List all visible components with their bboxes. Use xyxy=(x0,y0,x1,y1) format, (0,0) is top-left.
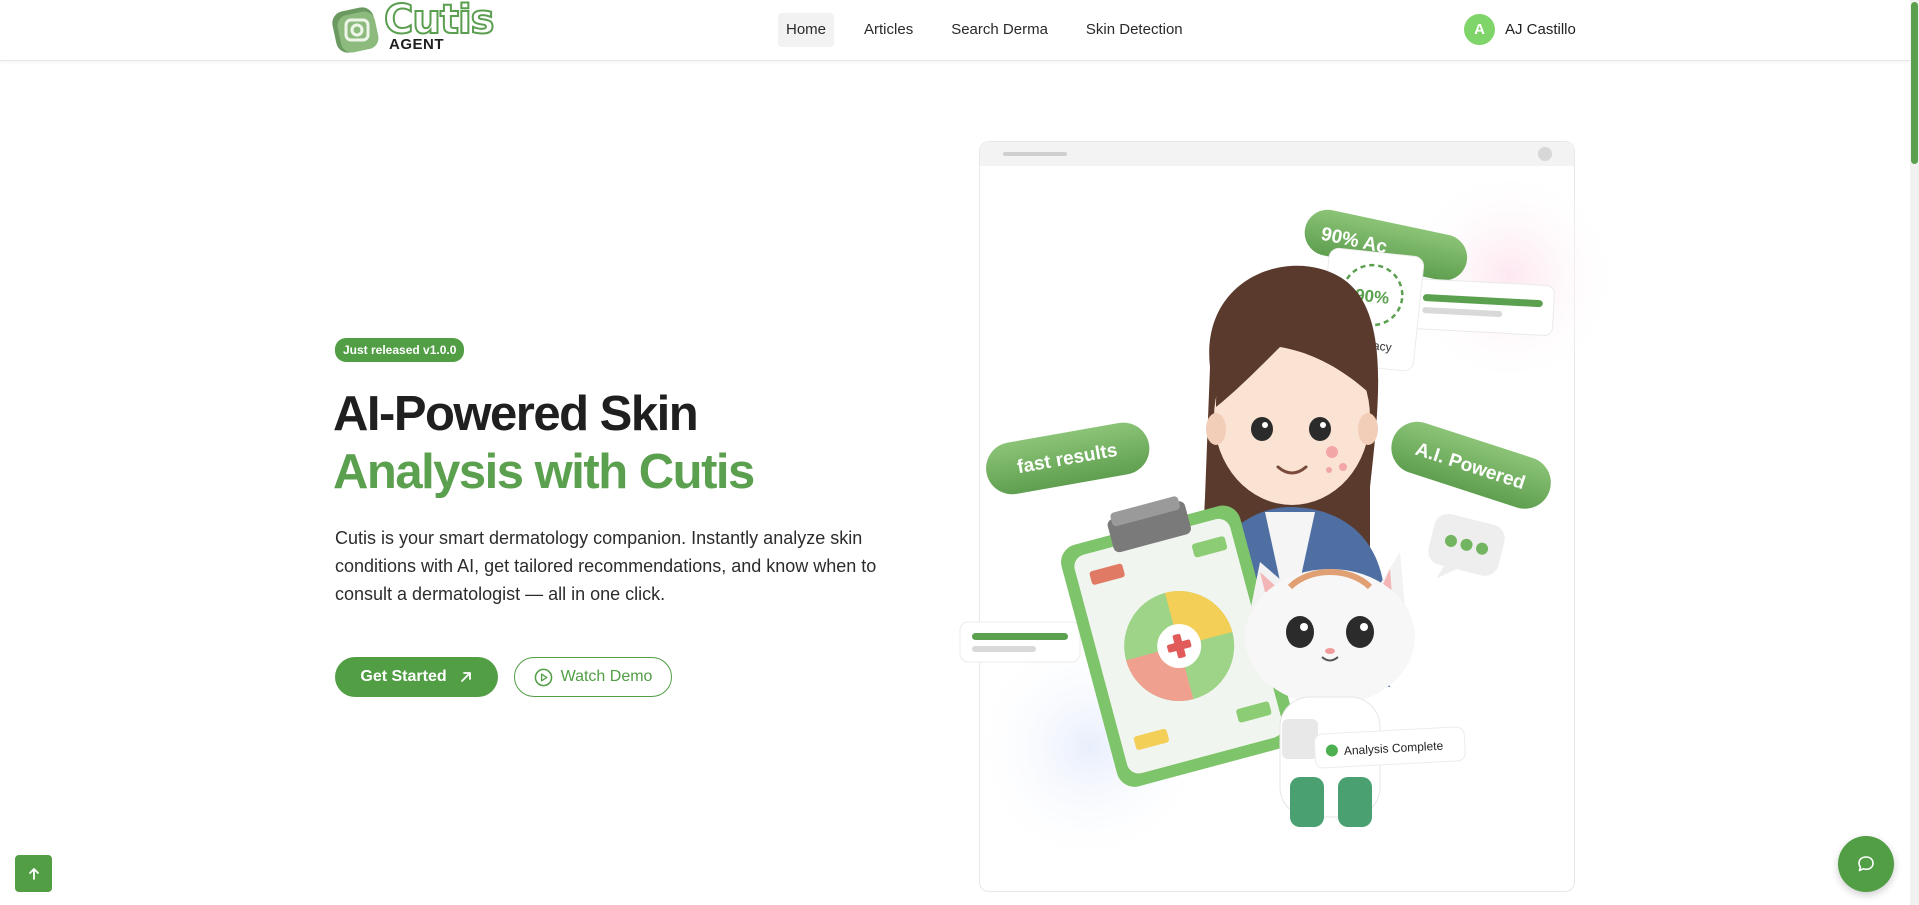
get-started-button[interactable]: Get Started xyxy=(335,657,498,697)
card-window-bar xyxy=(980,142,1574,166)
nav-skin-detection[interactable]: Skin Detection xyxy=(1078,13,1191,47)
main-nav: Home Articles Search Derma Skin Detectio… xyxy=(778,13,1207,47)
brand-logo[interactable]: Cutis AGENT xyxy=(331,0,495,58)
analysis-complete-chip: Analysis Complete xyxy=(1313,726,1466,769)
get-started-label: Get Started xyxy=(360,668,447,685)
watch-demo-label: Watch Demo xyxy=(560,668,653,685)
window-bar-dot xyxy=(1538,147,1552,161)
hero-title-line2: Analysis with Cutis xyxy=(333,445,755,499)
top-navbar: Cutis AGENT Home Articles Search Derma S… xyxy=(0,0,1910,61)
arrow-up-icon xyxy=(28,867,39,880)
logo-icon xyxy=(332,7,379,53)
scroll-to-top-button[interactable] xyxy=(15,855,52,892)
scrollbar-thumb[interactable] xyxy=(1911,2,1918,164)
hero-description: Cutis is your smart dermatology companio… xyxy=(335,528,877,604)
hero-illustration: 90% Ac 90% Accuracy xyxy=(959,167,1620,867)
nav-search-derma[interactable]: Search Derma xyxy=(943,13,1056,47)
user-menu[interactable]: A AJ Castillo xyxy=(1464,14,1576,45)
release-badge: Just released v1.0.0 xyxy=(335,338,465,362)
ai-powered-pill: A.I. Powered xyxy=(1391,421,1551,509)
nav-home[interactable]: Home xyxy=(778,13,835,47)
chat-bubble-icon xyxy=(1428,513,1505,579)
hero-illustration-card: 90% Ac 90% Accuracy xyxy=(959,141,1620,892)
chat-bubble-icon xyxy=(1858,856,1874,872)
user-name: AJ Castillo xyxy=(1505,21,1576,38)
watch-demo-button[interactable]: Watch Demo xyxy=(514,657,672,697)
arrow-up-right-icon xyxy=(460,672,471,682)
avatar: A xyxy=(1464,14,1495,45)
nav-articles[interactable]: Articles xyxy=(856,13,921,47)
hero-title-line1: AI-Powered Skin xyxy=(333,387,699,441)
fast-results-pill: fast results xyxy=(986,422,1150,495)
progress-card-left xyxy=(959,621,1081,663)
chat-button[interactable] xyxy=(1838,836,1894,892)
window-bar-line xyxy=(1003,152,1067,156)
brand-subtitle: AGENT xyxy=(389,36,444,53)
play-circle-icon xyxy=(534,668,552,686)
progress-card-top xyxy=(1407,278,1555,336)
